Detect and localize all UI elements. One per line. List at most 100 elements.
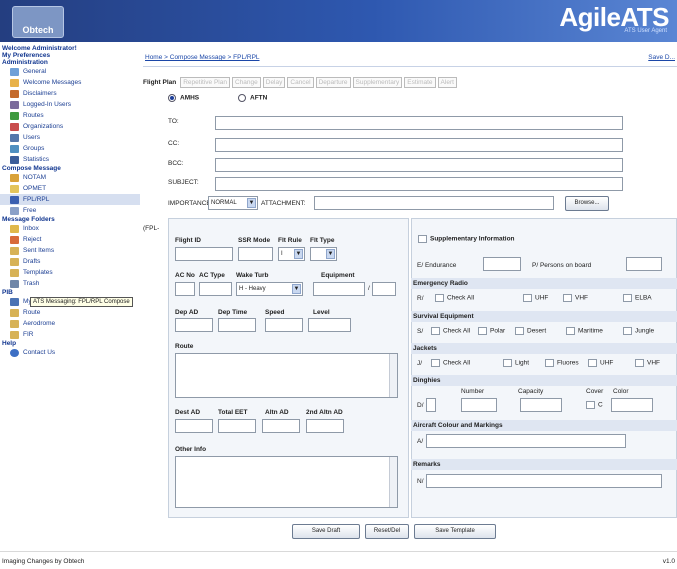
second-altn-ad-input[interactable]	[306, 419, 344, 433]
sidebar-item-routes[interactable]: Routes	[0, 110, 140, 121]
dinghy-number-input[interactable]	[461, 398, 497, 412]
desert-checkbox[interactable]: Desert	[515, 327, 546, 335]
dep-time-input[interactable]	[218, 318, 256, 332]
ac-type-input[interactable]	[199, 282, 232, 296]
uhf-checkbox[interactable]: UHF	[523, 294, 548, 302]
speed-input[interactable]	[265, 318, 303, 332]
sidebar-item-statistics[interactable]: Statistics	[0, 154, 140, 165]
tab-flight-plan[interactable]: Flight Plan	[143, 79, 176, 86]
level-input[interactable]	[308, 318, 351, 332]
elba-checkbox[interactable]: ELBA	[623, 294, 652, 302]
flt-rule-select[interactable]: I ▼	[278, 247, 305, 261]
sidebar-item-fir[interactable]: FIR	[0, 329, 140, 340]
tab-delay[interactable]: Delay	[262, 76, 286, 88]
dest-ad-input[interactable]	[175, 419, 213, 433]
flight-id-input[interactable]	[175, 247, 233, 261]
tab-departure[interactable]: Departure	[315, 76, 351, 88]
survival-check-all[interactable]: Check All	[431, 327, 470, 335]
jackets-vhf-checkbox[interactable]: VHF	[635, 359, 660, 367]
tab-alert[interactable]: Alert	[437, 76, 457, 88]
survival-section: Survival Equipment	[411, 311, 677, 322]
light-checkbox[interactable]: Light	[503, 359, 529, 367]
save-draft-button[interactable]: Save Draft	[292, 524, 360, 539]
my-preferences-link[interactable]: My Preferences	[0, 52, 140, 59]
sidebar-item-logged-in-users[interactable]: Logged-In Users	[0, 99, 140, 110]
cc-input[interactable]	[215, 138, 623, 152]
radio-aftn[interactable]: AFTN	[238, 94, 267, 102]
jackets-check-all[interactable]: Check All	[431, 359, 470, 367]
sidebar-item-aerodrome[interactable]: Aerodrome	[0, 318, 140, 329]
sidebar-item-free[interactable]: Free	[0, 205, 140, 216]
save-draft-link[interactable]: Save D...	[648, 54, 675, 61]
equipment-2-input[interactable]	[372, 282, 396, 296]
sidebar-item-notam[interactable]: NOTAM	[0, 172, 140, 183]
altn-ad-input[interactable]	[262, 419, 300, 433]
equipment-input[interactable]	[313, 282, 365, 296]
sidebar-item-general[interactable]: General	[0, 66, 140, 77]
reset-button[interactable]: Reset/Del	[365, 524, 409, 539]
dinghy-color-input[interactable]	[611, 398, 653, 412]
sidebar-item-route[interactable]: Route	[0, 307, 140, 318]
total-eet-input[interactable]	[218, 419, 256, 433]
sidebar-item-trash[interactable]: Trash	[0, 278, 140, 289]
jungle-checkbox[interactable]: Jungle	[623, 327, 654, 335]
remarks-input[interactable]	[426, 474, 662, 488]
tab-repetitive-plan[interactable]: Repetitive Plan	[180, 76, 230, 88]
contact-icon	[10, 348, 19, 357]
attachment-input[interactable]	[314, 196, 554, 210]
dep-ad-input[interactable]	[175, 318, 213, 332]
dinghy-cover-checkbox[interactable]: C	[586, 401, 603, 409]
tab-supplementary[interactable]: Supplementary	[352, 76, 403, 88]
polar-checkbox[interactable]: Polar	[478, 327, 505, 335]
maritime-checkbox[interactable]: Maritime	[566, 327, 603, 335]
vhf-checkbox[interactable]: VHF	[563, 294, 588, 302]
dest-ad-label: Dest AD	[175, 409, 201, 416]
d-prefix: D/	[417, 402, 424, 409]
jackets-uhf-checkbox[interactable]: UHF	[588, 359, 613, 367]
save-template-button[interactable]: Save Template	[414, 524, 496, 539]
sidebar-item-users[interactable]: Users	[0, 132, 140, 143]
sidebar-item-fpl-rpl[interactable]: FPL/RPL	[0, 194, 140, 205]
tab-change[interactable]: Change	[231, 76, 261, 88]
bcc-input[interactable]	[215, 158, 623, 172]
fluores-checkbox[interactable]: Fluores	[545, 359, 579, 367]
emergency-check-all[interactable]: Check All	[435, 294, 474, 302]
fir-icon	[10, 330, 19, 339]
flt-type-select[interactable]: ▼	[310, 247, 337, 261]
persons-input[interactable]	[626, 257, 662, 271]
tab-cancel[interactable]: Cancel	[287, 76, 314, 88]
radio-amhs[interactable]: AMHS	[168, 94, 199, 102]
sidebar-item-sent-items[interactable]: Sent Items	[0, 245, 140, 256]
scrollbar[interactable]	[389, 457, 397, 507]
scrollbar[interactable]	[389, 354, 397, 397]
sidebar-item-welcome-messages[interactable]: Welcome Messages	[0, 77, 140, 88]
dinghy-capacity-input[interactable]	[520, 398, 562, 412]
subject-input[interactable]	[215, 177, 623, 191]
dep-ad-label: Dep AD	[175, 309, 199, 316]
sidebar-item-templates[interactable]: Templates	[0, 267, 140, 278]
wake-turb-select[interactable]: H - Heavy ▼	[236, 282, 303, 296]
sidebar-item-reject[interactable]: Reject	[0, 234, 140, 245]
sidebar-item-contact-us[interactable]: Contact Us	[0, 347, 140, 358]
ac-no-input[interactable]	[175, 282, 195, 296]
attachment-label: ATTACHMENT:	[261, 200, 306, 207]
supplementary-checkbox[interactable]: Supplementary Information	[418, 235, 515, 243]
ssr-mode-input[interactable]	[238, 247, 273, 261]
tab-estimate[interactable]: Estimate	[404, 76, 436, 88]
subject-label: SUBJECT:	[168, 179, 199, 186]
breadcrumb[interactable]: Home > Compose Message > FPL/RPL	[145, 54, 260, 61]
sidebar-item-opmet[interactable]: OPMET	[0, 183, 140, 194]
to-input[interactable]	[215, 116, 623, 130]
sidebar-item-inbox[interactable]: Inbox	[0, 223, 140, 234]
sidebar-item-groups[interactable]: Groups	[0, 143, 140, 154]
importance-select[interactable]: NORMAL ▼	[208, 196, 258, 210]
other-info-textarea[interactable]	[175, 456, 398, 508]
route-textarea[interactable]	[175, 353, 398, 398]
aircraft-colour-input[interactable]	[426, 434, 626, 448]
sidebar-item-drafts[interactable]: Drafts	[0, 256, 140, 267]
sidebar-item-disclaimers[interactable]: Disclaimers	[0, 88, 140, 99]
sidebar-item-organizations[interactable]: Organizations	[0, 121, 140, 132]
endurance-input[interactable]	[483, 257, 521, 271]
dinghy-d-input[interactable]	[426, 398, 436, 412]
browse-button[interactable]: Browse...	[565, 196, 609, 211]
